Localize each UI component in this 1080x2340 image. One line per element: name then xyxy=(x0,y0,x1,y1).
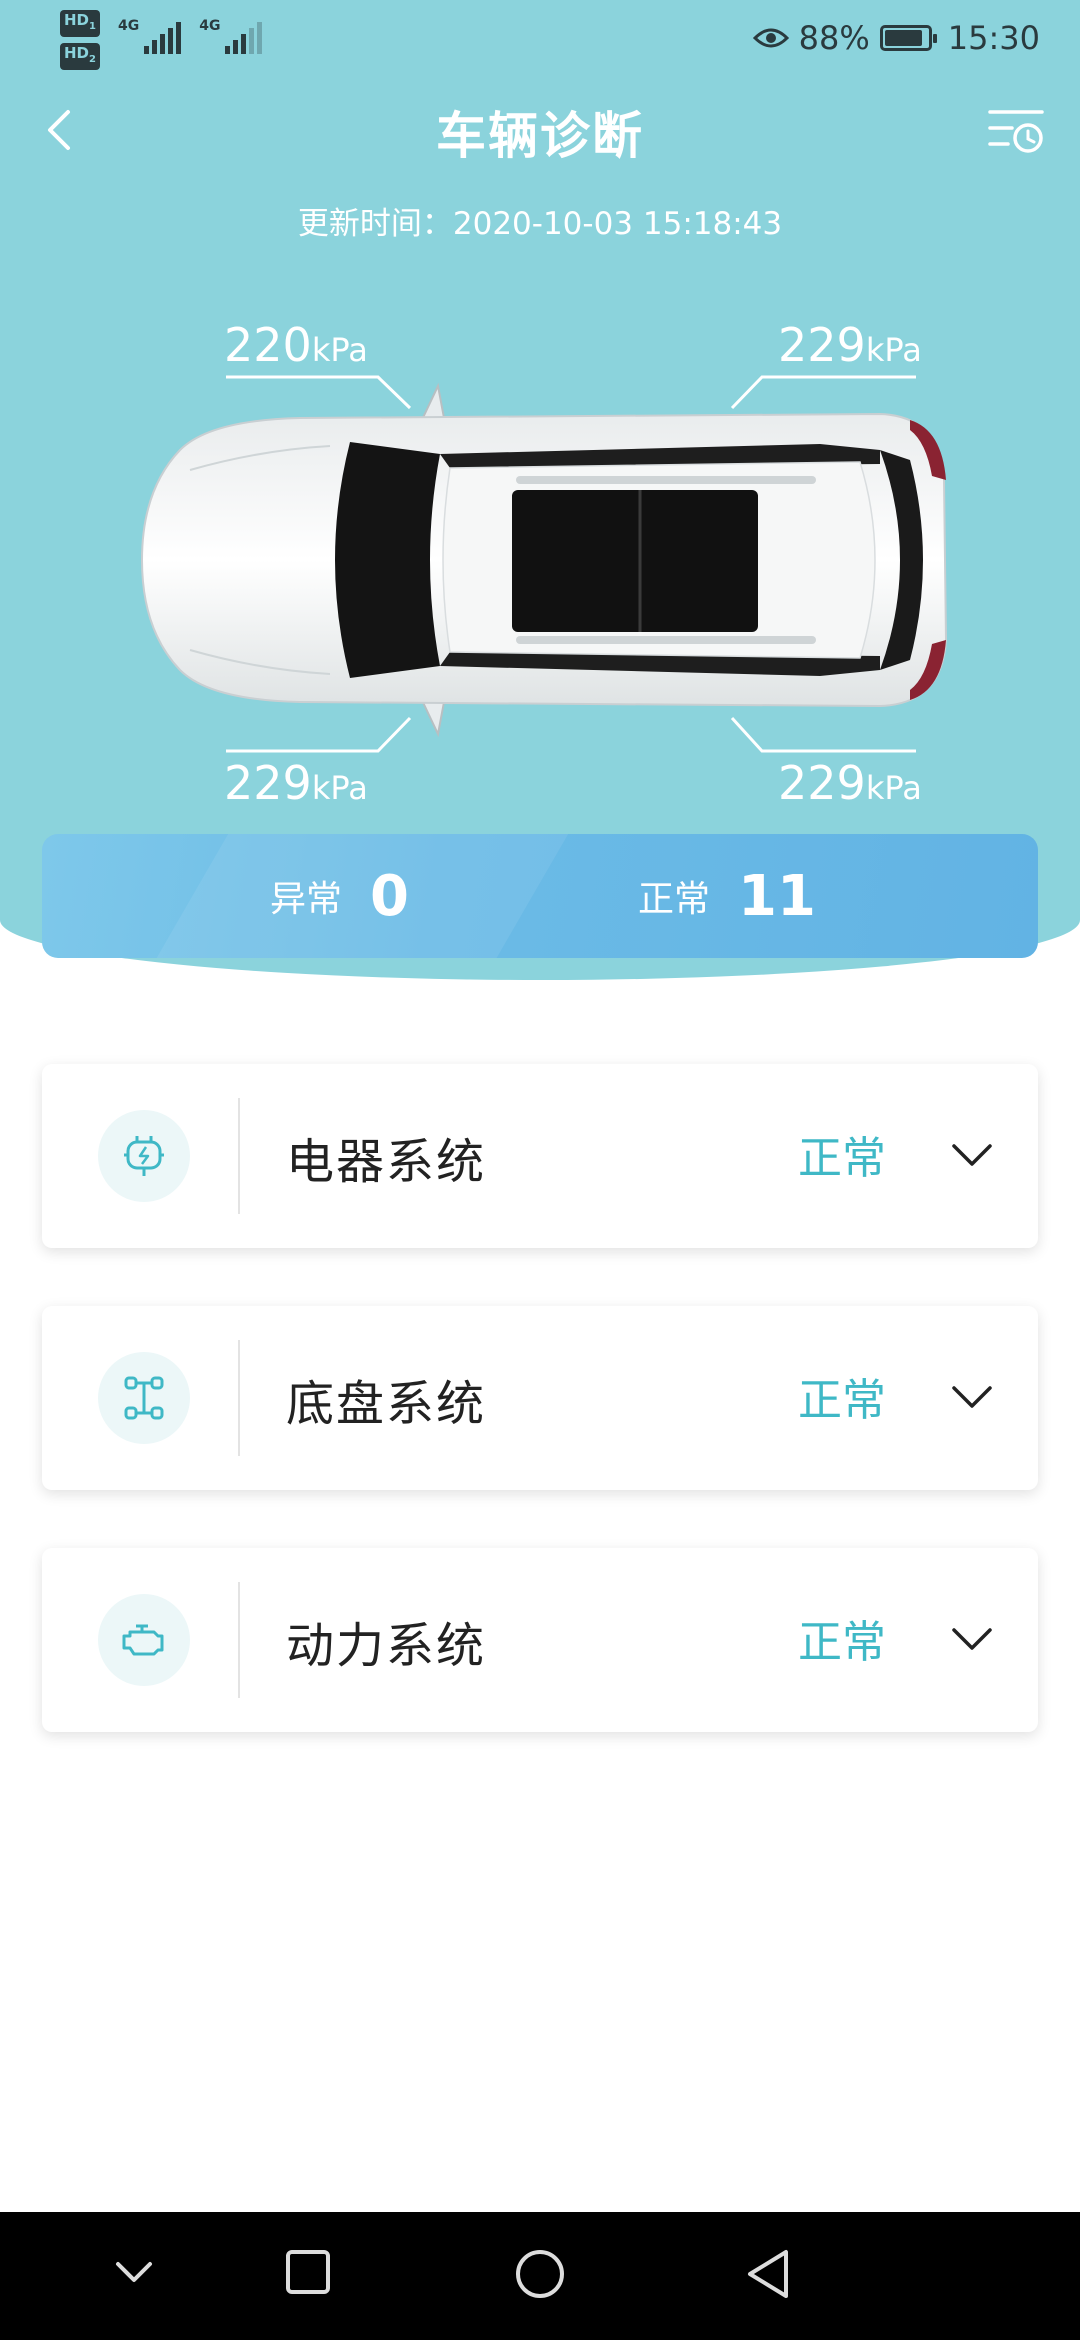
chevron-down-icon[interactable] xyxy=(950,1382,994,1412)
nav-back-icon[interactable] xyxy=(744,2248,792,2300)
system-card-chassis[interactable]: 底盘系统 正常 xyxy=(42,1306,1038,1490)
system-navigation-bar xyxy=(0,2212,1080,2340)
system-status: 正常 xyxy=(798,1617,886,1668)
electric-plug-icon xyxy=(98,1110,190,1202)
system-card-powertrain[interactable]: 动力系统 正常 xyxy=(42,1548,1038,1732)
abnormal-summary: 异常 0 xyxy=(270,863,409,929)
system-status: 正常 xyxy=(798,1375,886,1426)
system-card-electrical[interactable]: 电器系统 正常 xyxy=(42,1064,1038,1248)
card-divider xyxy=(238,1340,240,1456)
system-status: 正常 xyxy=(798,1133,886,1184)
nav-home-icon[interactable] xyxy=(514,2248,566,2300)
chevron-down-icon[interactable] xyxy=(950,1140,994,1170)
car-top-view-image xyxy=(140,382,948,738)
system-name: 动力系统 xyxy=(286,1618,487,1674)
nav-collapse-icon[interactable] xyxy=(110,2248,158,2296)
nav-recents-icon[interactable] xyxy=(284,2248,332,2296)
diagnosis-summary: 异常 0 正常 11 xyxy=(42,834,1038,958)
system-name: 电器系统 xyxy=(286,1134,487,1190)
card-divider xyxy=(238,1098,240,1214)
card-divider xyxy=(238,1582,240,1698)
normal-summary: 正常 11 xyxy=(638,863,816,929)
engine-icon xyxy=(98,1594,190,1686)
chassis-icon xyxy=(98,1352,190,1444)
system-name: 底盘系统 xyxy=(286,1376,487,1432)
chevron-down-icon[interactable] xyxy=(950,1624,994,1654)
